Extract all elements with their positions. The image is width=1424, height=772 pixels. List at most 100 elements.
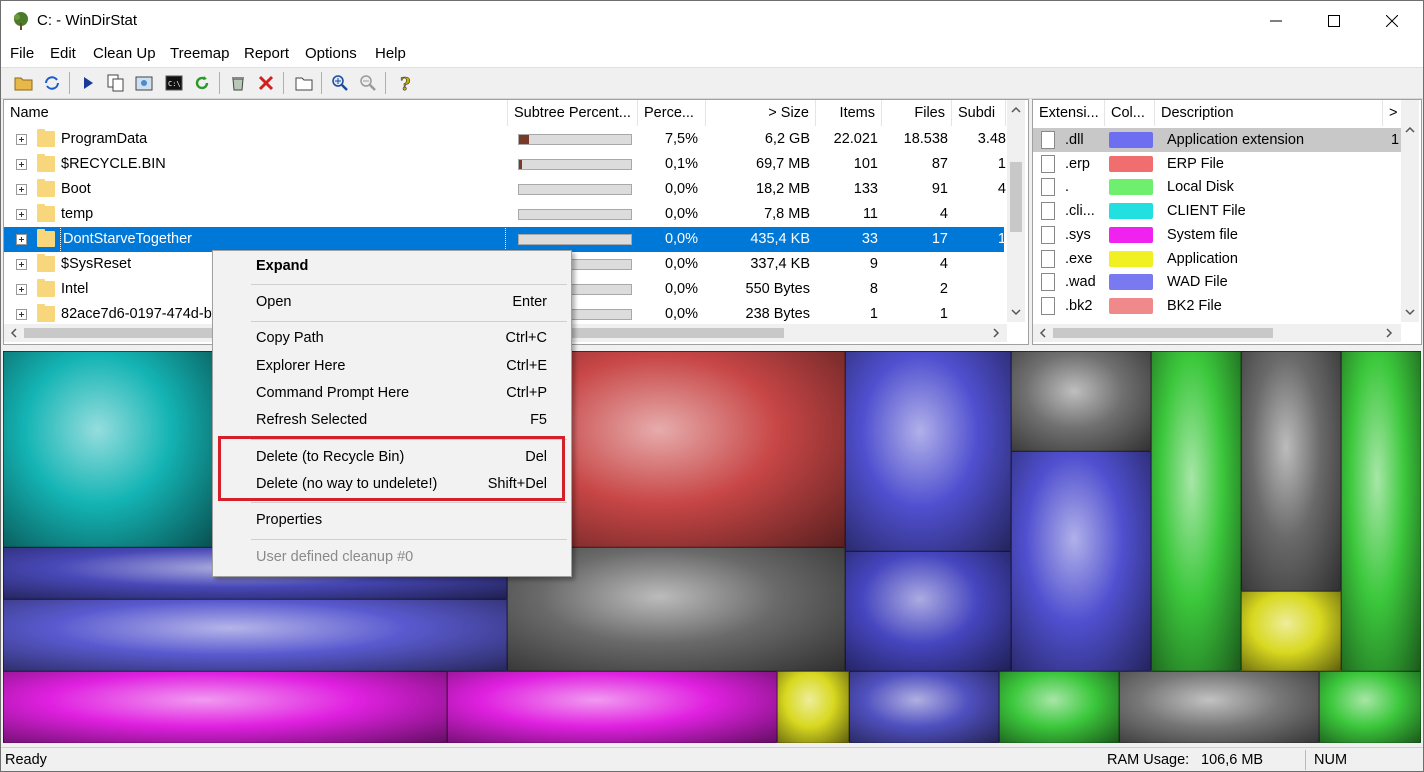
expand-icon[interactable] xyxy=(16,309,27,320)
menu-report[interactable]: Report xyxy=(244,45,289,62)
row-size: 435,4 KB xyxy=(750,231,810,247)
file-type-icon xyxy=(1041,178,1055,197)
menu-clean-up[interactable]: Clean Up xyxy=(93,45,156,62)
recycle-button[interactable] xyxy=(227,72,249,94)
scroll-right-icon xyxy=(1386,328,1393,338)
menu-item-explorer-here[interactable]: Explorer Here Ctrl+E xyxy=(213,355,571,379)
col-items[interactable]: Items xyxy=(816,100,882,126)
play-button[interactable] xyxy=(77,72,99,94)
list-item[interactable]: .exe Application xyxy=(1033,247,1401,271)
table-row[interactable]: DontStarveTogether 0,0% 435,4 KB 33 17 1 xyxy=(4,226,1006,253)
menu-edit[interactable]: Edit xyxy=(50,45,76,62)
menu-file[interactable]: File xyxy=(10,45,34,62)
col-percent[interactable]: Perce... xyxy=(638,100,706,126)
treemap-block[interactable] xyxy=(1011,351,1151,451)
properties-button[interactable] xyxy=(293,72,315,94)
col-files[interactable]: Files xyxy=(882,100,952,126)
scroll-up-icon xyxy=(1011,106,1021,113)
treemap-block[interactable] xyxy=(777,671,849,743)
minimize-button[interactable] xyxy=(1247,1,1305,41)
dirlist-vscroll[interactable] xyxy=(1007,100,1025,322)
menu-item-copy-path[interactable]: Copy Path Ctrl+C xyxy=(213,327,571,351)
list-item[interactable]: .sys System file xyxy=(1033,223,1401,247)
menu-treemap[interactable]: Treemap xyxy=(170,45,229,62)
file-type-icon xyxy=(1041,296,1055,315)
treemap-block[interactable] xyxy=(1151,351,1241,671)
menu-item-open[interactable]: Open Enter xyxy=(213,291,571,315)
treemap-block[interactable] xyxy=(1241,351,1341,591)
extlist-hscroll[interactable] xyxy=(1033,324,1401,342)
open-button[interactable] xyxy=(13,72,35,94)
list-item[interactable]: .dll Application extension 1 xyxy=(1033,128,1401,152)
treemap-block[interactable] xyxy=(1341,351,1421,671)
col-description[interactable]: Description xyxy=(1155,100,1383,126)
list-item[interactable]: .wad WAD File xyxy=(1033,270,1401,294)
folder-icon xyxy=(37,154,55,172)
close-button[interactable] xyxy=(1363,1,1421,41)
file-type-icon xyxy=(1041,249,1055,268)
treemap-block[interactable] xyxy=(1011,451,1151,671)
treemap-block[interactable] xyxy=(845,351,1011,551)
treemap-block[interactable] xyxy=(3,671,447,743)
extlist-vscroll[interactable] xyxy=(1401,100,1419,322)
delete-button[interactable] xyxy=(255,72,277,94)
col-subdirs[interactable]: Subdi xyxy=(952,100,1006,126)
menu-item-expand[interactable]: Expand xyxy=(213,255,571,279)
ext-description: BK2 File xyxy=(1167,297,1222,314)
expand-icon[interactable] xyxy=(16,159,27,170)
maximize-button[interactable] xyxy=(1305,1,1363,41)
expand-icon[interactable] xyxy=(16,134,27,145)
treemap-block[interactable] xyxy=(447,671,777,743)
file-type-icon xyxy=(1041,202,1055,221)
table-row[interactable]: $RECYCLE.BIN 0,1% 69,7 MB 101 87 1 xyxy=(4,152,1006,177)
menu-item-command-prompt-here[interactable]: Command Prompt Here Ctrl+P xyxy=(213,382,571,406)
treemap-block[interactable] xyxy=(999,671,1119,743)
col-color[interactable]: Col... xyxy=(1105,100,1155,126)
col-extension[interactable]: Extensi... xyxy=(1033,100,1105,126)
expand-icon[interactable] xyxy=(16,284,27,295)
expand-icon[interactable] xyxy=(16,234,27,245)
treemap-block[interactable] xyxy=(1319,671,1421,743)
scroll-down-icon xyxy=(1011,309,1021,316)
table-row[interactable]: Boot 0,0% 18,2 MB 133 91 4 xyxy=(4,177,1006,202)
extlist-hscroll-thumb[interactable] xyxy=(1053,328,1273,338)
help-button[interactable]: ? xyxy=(395,72,417,94)
list-item[interactable]: .cli... CLIENT File xyxy=(1033,199,1401,223)
treemap-block[interactable] xyxy=(849,671,999,743)
rescan-button[interactable] xyxy=(41,72,63,94)
expand-icon[interactable] xyxy=(16,259,27,270)
ext-description: Application extension xyxy=(1167,132,1305,148)
table-row[interactable]: ProgramData 7,5% 6,2 GB 22.021 18.538 3.48 xyxy=(4,127,1006,152)
copy-button[interactable] xyxy=(105,72,127,94)
menu-item-properties[interactable]: Properties xyxy=(213,509,571,533)
treemap-block[interactable] xyxy=(845,551,1011,671)
table-row[interactable]: temp 0,0% 7,8 MB 11 4 xyxy=(4,202,1004,227)
explorer-button[interactable] xyxy=(133,72,155,94)
dirlist-vscroll-thumb[interactable] xyxy=(1010,162,1022,232)
expand-icon[interactable] xyxy=(16,184,27,195)
treemap-block[interactable] xyxy=(3,599,507,671)
refresh-button[interactable] xyxy=(191,72,213,94)
folder-icon xyxy=(37,204,55,222)
treemap-block[interactable] xyxy=(1119,671,1319,743)
col-name[interactable]: Name xyxy=(4,100,508,126)
menu-item-refresh-selected[interactable]: Refresh Selected F5 xyxy=(213,409,571,433)
row-percent: 0,0% xyxy=(664,181,698,197)
col-size[interactable]: > Size xyxy=(706,100,816,126)
zoom-out-button[interactable] xyxy=(357,72,379,94)
col-subtree-percent[interactable]: Subtree Percent... xyxy=(508,100,638,126)
command-prompt-icon: C:\ xyxy=(165,75,183,91)
menu-help[interactable]: Help xyxy=(375,45,406,62)
zoom-in-button[interactable] xyxy=(329,72,351,94)
col-more[interactable]: > xyxy=(1383,100,1403,126)
menu-options[interactable]: Options xyxy=(305,45,357,62)
list-item[interactable]: .erp ERP File xyxy=(1033,152,1401,176)
folder-icon xyxy=(295,77,313,91)
treemap-block[interactable] xyxy=(3,351,213,547)
list-item[interactable]: . Local Disk xyxy=(1033,175,1401,199)
treemap-block[interactable] xyxy=(1241,591,1341,671)
command-prompt-button[interactable]: C:\ xyxy=(163,72,185,94)
expand-icon[interactable] xyxy=(16,209,27,220)
folder-icon xyxy=(37,229,55,247)
list-item[interactable]: .bk2 BK2 File xyxy=(1033,294,1401,318)
